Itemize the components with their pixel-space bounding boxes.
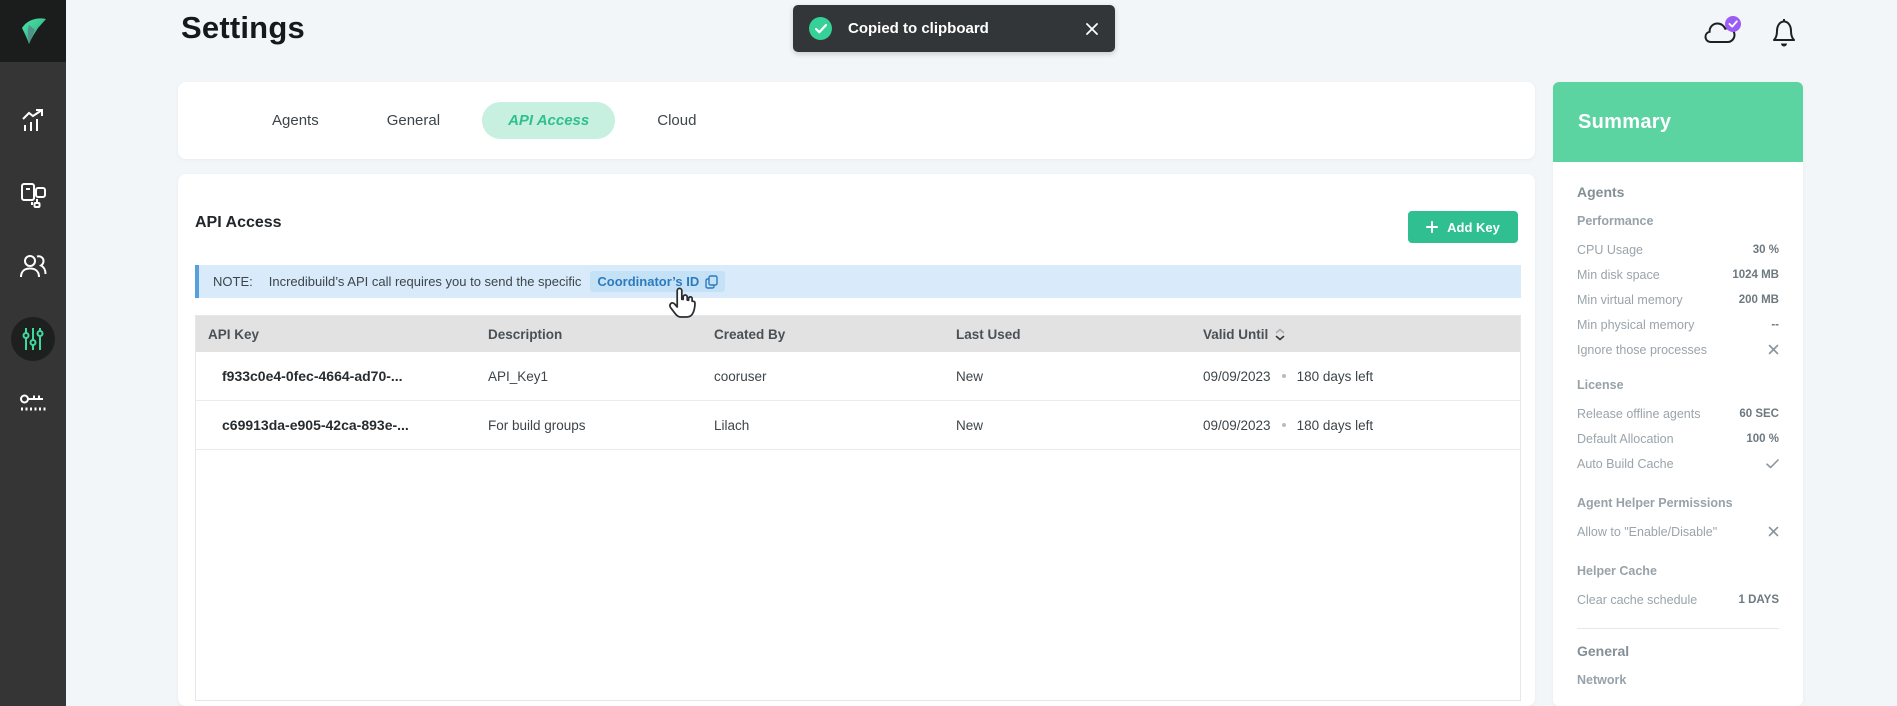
api-access-title: API Access (195, 214, 282, 232)
sidebar (0, 0, 66, 706)
x-icon (1768, 344, 1779, 355)
check-icon (1766, 459, 1779, 469)
tab-agents[interactable]: Agents (238, 102, 353, 139)
plus-icon (1426, 221, 1438, 233)
sort-icon[interactable] (1275, 328, 1285, 341)
dot-separator (1282, 374, 1286, 378)
close-icon[interactable] (1085, 22, 1099, 36)
note-prefix: NOTE: (213, 274, 253, 289)
valid-until-date: 09/09/2023 (1203, 418, 1271, 433)
summary-row: Min physical memory -- (1577, 312, 1779, 337)
divider (1577, 628, 1779, 629)
summary-row: Allow to "Enable/Disable" (1577, 519, 1779, 544)
summary-section-general: General (1577, 643, 1779, 659)
dot-separator (1282, 423, 1286, 427)
tab-general[interactable]: General (353, 102, 474, 139)
check-circle-icon (809, 17, 832, 40)
col-header-created-by: Created By (714, 327, 956, 342)
cell-created-by: Lilach (714, 418, 956, 433)
copy-icon (705, 275, 718, 289)
summary-row: Min virtual memory 200 MB (1577, 287, 1779, 312)
bell-icon[interactable] (1770, 16, 1798, 48)
api-access-panel: API Access Add Key NOTE: Incredibuild’s … (178, 174, 1535, 706)
coordinators-id-label: Coordinator’s ID (597, 274, 699, 289)
x-icon (1768, 526, 1779, 537)
summary-group-helper-cache: Helper Cache (1577, 564, 1779, 578)
summary-section-agents: Agents (1577, 184, 1779, 200)
table-header-row: API Key Description Created By Last Used… (196, 316, 1520, 352)
summary-group-helper-permissions: Agent Helper Permissions (1577, 496, 1779, 510)
valid-until-date: 09/09/2023 (1203, 369, 1271, 384)
sidebar-item-settings[interactable] (11, 317, 55, 361)
cell-api-key: f933c0e4-0fec-4664-ad70-... (196, 368, 488, 384)
tab-cloud[interactable]: Cloud (623, 102, 730, 139)
col-header-valid-until[interactable]: Valid Until (1203, 327, 1520, 342)
cell-valid-until: 09/09/2023 180 days left (1203, 418, 1520, 433)
dashboard-icon (18, 106, 48, 136)
cell-description: For build groups (488, 418, 714, 433)
settings-tabs: Agents General API Access Cloud (178, 82, 1535, 159)
summary-row: Clear cache schedule 1 DAYS (1577, 587, 1779, 612)
sidebar-item-license-keys[interactable] (0, 393, 66, 419)
summary-row: Ignore those processes (1577, 337, 1779, 362)
key-icon (18, 393, 48, 419)
table-row: c69913da-e905-42ca-893e-... For build gr… (196, 401, 1520, 450)
tab-api-access[interactable]: API Access (482, 102, 615, 139)
cell-description: API_Key1 (488, 369, 714, 384)
api-keys-table: API Key Description Created By Last Used… (195, 315, 1521, 701)
summary-row: Auto Build Cache (1577, 451, 1779, 476)
sidebar-item-users[interactable] (0, 251, 66, 281)
col-header-last-used: Last Used (956, 327, 1203, 342)
sidebar-item-agents[interactable] (0, 180, 66, 210)
cell-last-used: New (956, 369, 1203, 384)
summary-row: Default Allocation 100 % (1577, 426, 1779, 451)
add-key-button[interactable]: Add Key (1408, 211, 1518, 243)
coordinators-id-link[interactable]: Coordinator’s ID (590, 271, 725, 292)
users-icon (18, 251, 48, 281)
cloud-status-icon[interactable] (1703, 15, 1743, 47)
settings-sliders-icon (20, 326, 46, 352)
add-key-label: Add Key (1447, 220, 1500, 235)
summary-header: Summary (1553, 82, 1803, 162)
cell-created-by: cooruser (714, 369, 956, 384)
summary-title: Summary (1578, 111, 1671, 134)
toast-copied: Copied to clipboard (793, 5, 1115, 52)
cell-valid-until: 09/09/2023 180 days left (1203, 369, 1520, 384)
summary-group-license: License (1577, 378, 1779, 392)
summary-row: Release offline agents 60 SEC (1577, 401, 1779, 426)
summary-row: Min disk space 1024 MB (1577, 262, 1779, 287)
note-text: Incredibuild’s API call requires you to … (269, 274, 582, 289)
cell-api-key: c69913da-e905-42ca-893e-... (196, 417, 488, 433)
sidebar-item-dashboard[interactable] (0, 106, 66, 136)
agents-icon (18, 180, 48, 210)
table-row: f933c0e4-0fec-4664-ad70-... API_Key1 coo… (196, 352, 1520, 401)
days-left: 180 days left (1297, 418, 1374, 433)
summary-group-performance: Performance (1577, 214, 1779, 228)
toast-message: Copied to clipboard (848, 20, 989, 37)
summary-row: CPU Usage 30 % (1577, 237, 1779, 262)
note-bar: NOTE: Incredibuild’s API call requires y… (195, 265, 1521, 298)
summary-group-network: Network (1577, 673, 1779, 687)
days-left: 180 days left (1297, 369, 1374, 384)
page-title: Settings (181, 10, 305, 46)
incredibuild-logo-icon (13, 11, 53, 51)
cell-last-used: New (956, 418, 1203, 433)
summary-panel: Summary Agents Performance CPU Usage 30 … (1553, 82, 1803, 706)
col-header-api-key: API Key (196, 327, 488, 342)
incredibuild-logo[interactable] (0, 0, 66, 62)
col-header-description: Description (488, 327, 714, 342)
